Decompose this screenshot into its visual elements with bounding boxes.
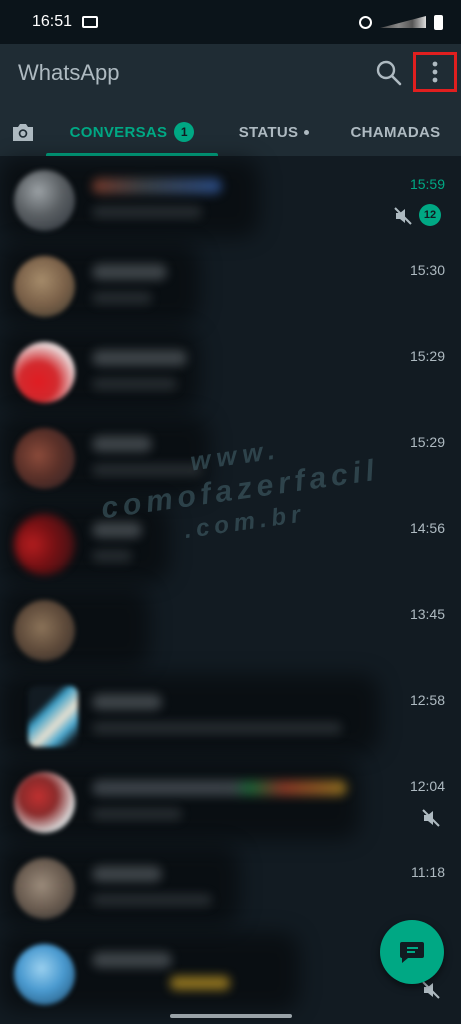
tab-camera[interactable] (0, 108, 46, 156)
tab-conversas-label: CONVERSAS (69, 123, 168, 141)
chat-row[interactable]: 15:30 (0, 242, 461, 328)
more-vert-icon (432, 61, 438, 83)
chat-row[interactable]: 15:29 (0, 328, 461, 414)
chat-time: 12:04 (409, 778, 445, 794)
battery-icon (434, 14, 443, 30)
status-dot-icon (304, 129, 310, 135)
chat-time: 15:29 (409, 348, 445, 364)
avatar (14, 944, 75, 1005)
avatar (14, 428, 75, 489)
mute-icon (422, 809, 440, 827)
chat-row[interactable]: 15:59 12 (0, 156, 461, 242)
avatar (14, 256, 75, 317)
avatar (14, 858, 75, 919)
chat-message-blurred (92, 550, 132, 562)
unread-badge: 12 (419, 204, 441, 226)
chat-emoji-blurred (170, 976, 230, 990)
chat-message-blurred (92, 464, 202, 476)
chat-name-blurred (92, 522, 142, 538)
chat-name-blurred (92, 264, 167, 280)
chat-time: 15:59 (409, 176, 445, 192)
app-title: WhatsApp (18, 60, 120, 85)
tab-conversas[interactable]: CONVERSAS 1 (46, 108, 218, 156)
chat-name-blurred (92, 952, 172, 968)
chat-name-blurred (92, 436, 152, 452)
avatar (14, 514, 75, 575)
chat-name-blurred (92, 350, 187, 366)
more-options-button[interactable] (413, 52, 457, 92)
mute-icon (394, 207, 412, 225)
app-bar: WhatsApp CONVERSAS 1 STATUS CHAMADAS (0, 44, 461, 156)
chat-message-blurred (92, 722, 342, 734)
chat-message-blurred (92, 894, 212, 906)
tab-status[interactable]: STATUS (218, 108, 330, 156)
avatar (14, 600, 75, 661)
new-chat-icon (400, 942, 424, 963)
chat-name-blurred (92, 178, 222, 194)
camera-icon (13, 124, 33, 141)
chat-time: 14:56 (409, 520, 445, 536)
signal-icon (380, 16, 426, 28)
chat-name-blurred (92, 780, 347, 796)
tab-chamadas-label: CHAMADAS (350, 123, 441, 141)
chat-time: 11:18 (411, 864, 445, 880)
search-button[interactable] (374, 58, 404, 88)
chat-row[interactable]: 15:29 (0, 414, 461, 500)
chat-message-blurred (92, 206, 202, 218)
status-time: 16:51 (32, 13, 73, 30)
chat-time: 15:29 (409, 434, 445, 450)
chat-message-blurred (92, 378, 177, 390)
tab-bar: CONVERSAS 1 STATUS CHAMADAS (0, 108, 461, 156)
status-bar: 16:51 (0, 0, 461, 44)
avatar (14, 342, 75, 403)
new-chat-button[interactable] (380, 920, 444, 984)
notification-icon (82, 16, 99, 28)
avatar (28, 686, 78, 747)
chat-row[interactable]: 12:58 (0, 672, 461, 758)
chat-list: 15:59 12 15:30 15:29 15:29 14:56 13:45 1… (0, 156, 461, 1016)
chat-name-blurred (92, 694, 162, 710)
chat-message-blurred (92, 292, 152, 304)
avatar (14, 170, 75, 231)
chat-row[interactable]: 14:56 (0, 500, 461, 586)
chat-row[interactable]: 13:45 (0, 586, 461, 672)
chat-name-blurred (92, 866, 162, 882)
alarm-icon (359, 15, 372, 29)
chat-time: 15:30 (409, 262, 445, 278)
tab-chamadas[interactable]: CHAMADAS (330, 108, 461, 156)
chat-time: 13:45 (409, 606, 445, 622)
chat-message-blurred (92, 808, 182, 820)
chat-time: 12:58 (409, 692, 445, 708)
search-icon (376, 60, 402, 86)
status-icons (359, 14, 443, 30)
tab-conversas-badge: 1 (174, 122, 195, 142)
chat-row[interactable]: 12:04 (0, 758, 461, 844)
chat-row[interactable]: 11:18 (0, 844, 461, 930)
gesture-bar[interactable] (170, 1014, 292, 1018)
avatar (14, 772, 75, 833)
tab-status-label: STATUS (238, 123, 299, 141)
mute-icon (422, 981, 440, 999)
